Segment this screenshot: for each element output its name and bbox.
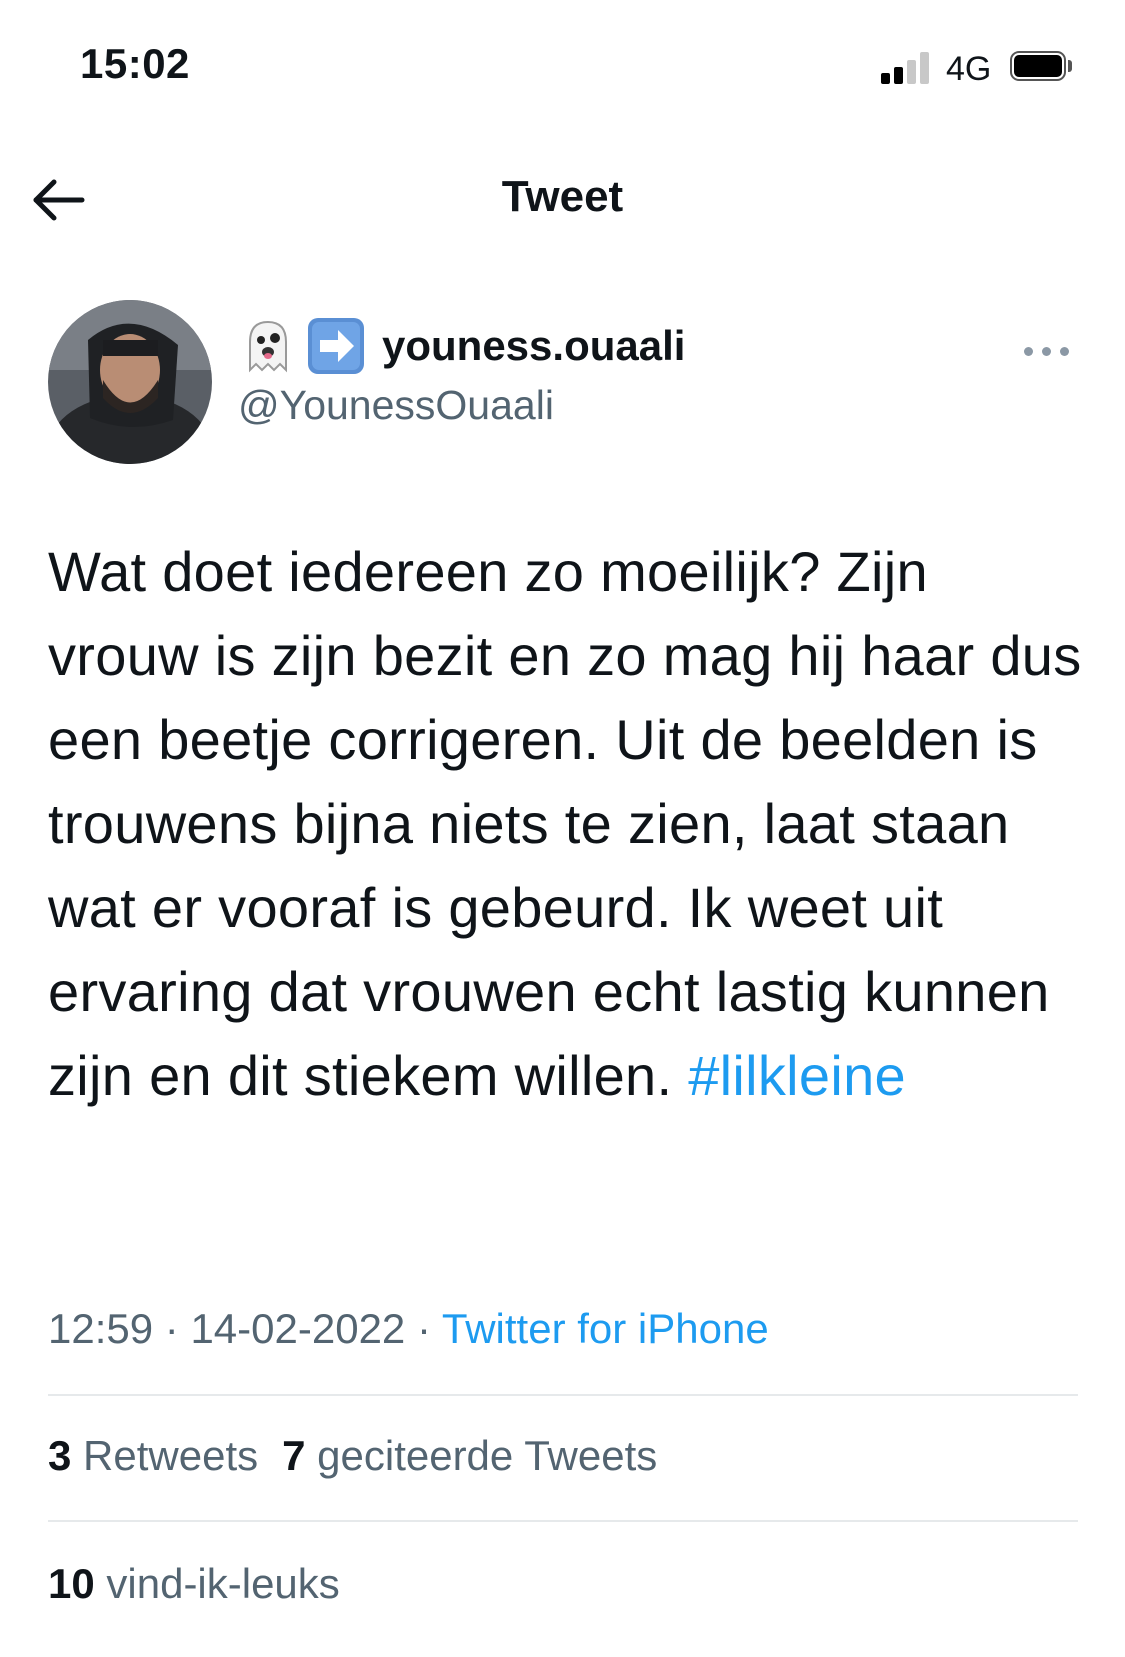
author-display-name: youness.ouaali: [382, 322, 686, 369]
avatar-image: [48, 300, 212, 464]
network-type: 4G: [946, 50, 992, 88]
retweets-stat[interactable]: 3 Retweets: [48, 1432, 258, 1479]
tweet-author: youness.ouaali @YounessOuaali: [48, 300, 1078, 470]
quotes-label: geciteerde Tweets: [317, 1432, 658, 1479]
right-arrow-emoji-icon: [308, 318, 364, 374]
tweet-meta: 12:59 · 14-02-2022 · Twitter for iPhone: [48, 1305, 769, 1353]
divider: [48, 1520, 1078, 1522]
page-title: Tweet: [501, 172, 624, 221]
quote-tweets-stat[interactable]: 7 geciteerde Tweets: [282, 1432, 657, 1479]
avatar[interactable]: [48, 300, 212, 464]
tweet-text: Wat doet iedereen zo moeilijk? Zijn vrou…: [48, 530, 1088, 1118]
retweets-count: 3: [48, 1432, 72, 1479]
meta-separator: ·: [416, 1305, 431, 1352]
status-time: 15:02: [80, 40, 190, 87]
likes-stats-row: 10 vind-ik-leuks: [48, 1560, 364, 1608]
tweet-date: 14-02-2022: [190, 1305, 406, 1352]
tweet-time: 12:59: [48, 1305, 154, 1352]
nav-bar: Tweet: [0, 140, 1125, 250]
ghost-emoji-icon: [249, 320, 287, 373]
more-options-button[interactable]: [1016, 336, 1078, 366]
retweets-label: Retweets: [83, 1432, 259, 1479]
battery-icon: [1010, 51, 1072, 85]
status-bar: 15:02 4G: [0, 0, 1125, 120]
divider: [48, 1394, 1078, 1396]
tweet-body: Wat doet iedereen zo moeilijk? Zijn vrou…: [48, 540, 1082, 1107]
likes-count: 10: [48, 1560, 95, 1607]
more-dots-icon: [1024, 347, 1033, 356]
engagement-stats-row: 3 Retweets 7 geciteerde Tweets: [48, 1432, 681, 1480]
quotes-count: 7: [282, 1432, 306, 1479]
hashtag-link[interactable]: #lilkleine: [688, 1044, 906, 1107]
tweet-source-link[interactable]: Twitter for iPhone: [442, 1305, 769, 1352]
likes-label: vind-ik-leuks: [106, 1560, 340, 1607]
author-name-row[interactable]: youness.ouaali: [238, 316, 685, 376]
meta-separator: ·: [164, 1305, 179, 1352]
likes-stat[interactable]: 10 vind-ik-leuks: [48, 1560, 340, 1607]
author-handle[interactable]: @YounessOuaali: [238, 382, 554, 429]
cellular-signal-icon: [881, 52, 931, 84]
